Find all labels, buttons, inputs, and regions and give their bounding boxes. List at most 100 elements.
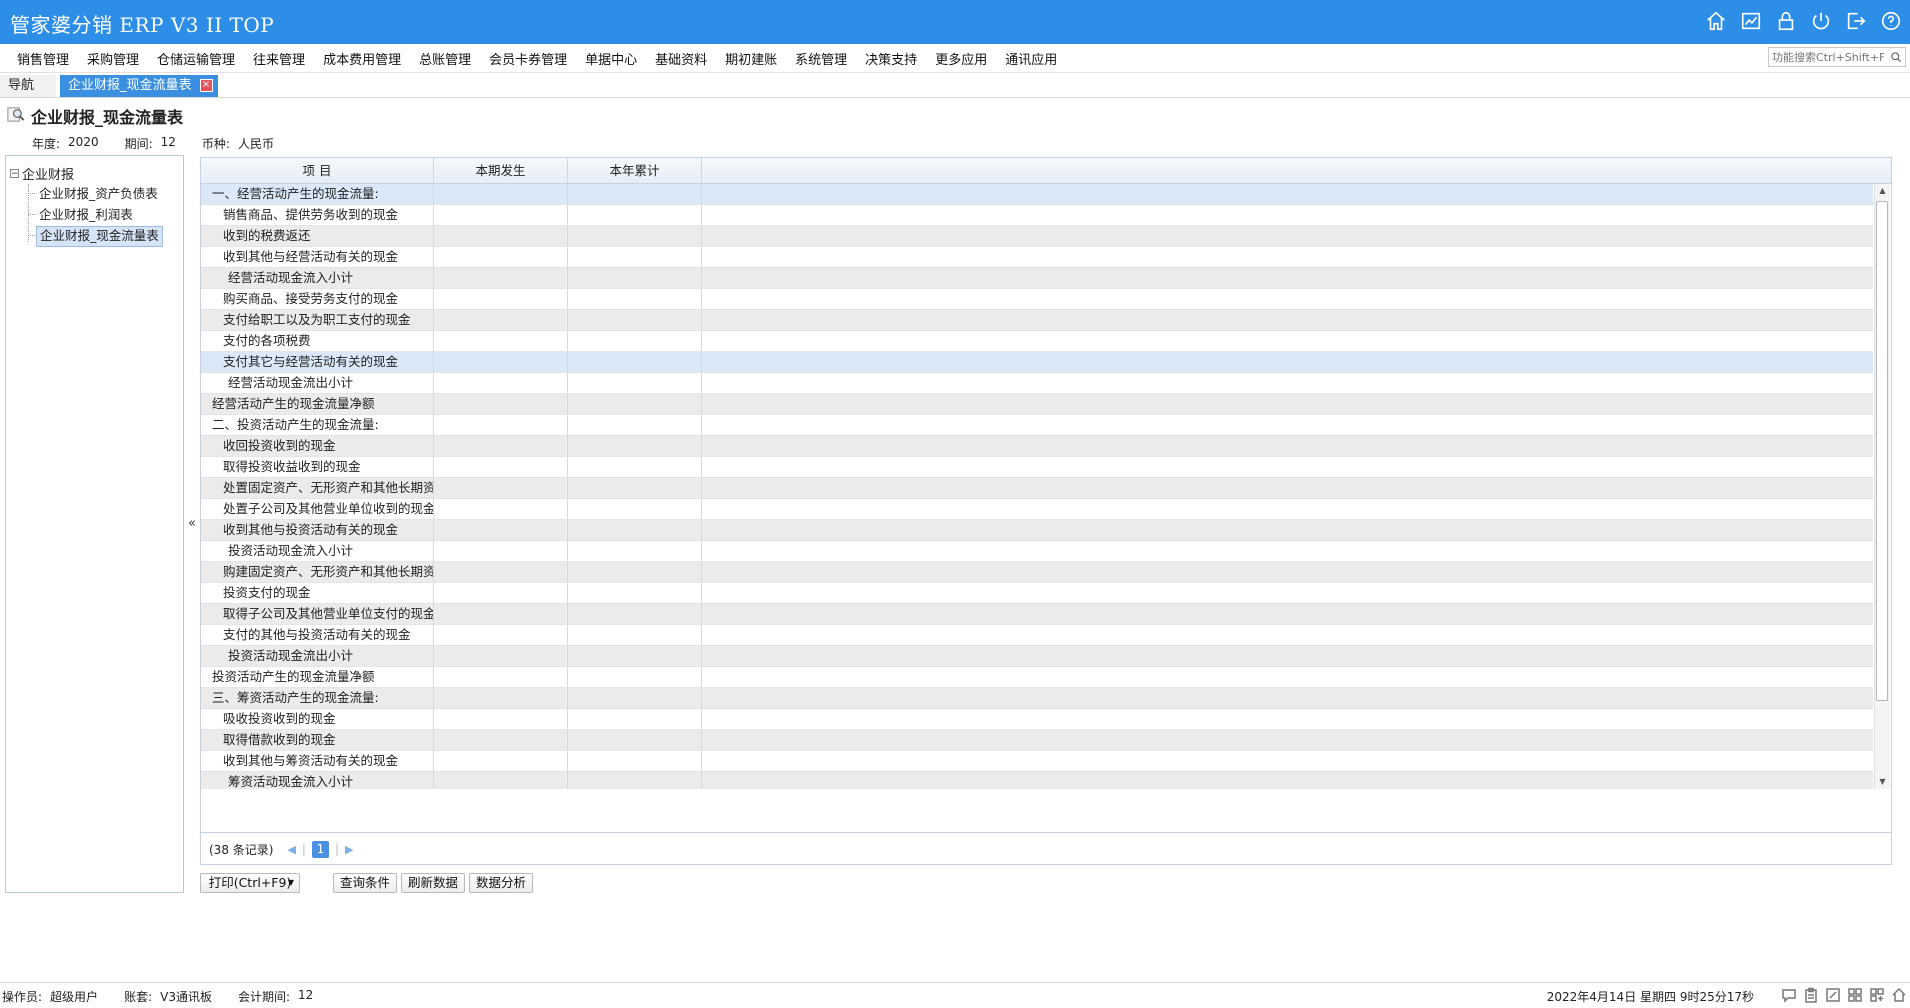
row-current-period-cell[interactable] bbox=[434, 289, 568, 309]
power-icon[interactable] bbox=[1808, 8, 1834, 34]
row-current-period-cell[interactable] bbox=[434, 331, 568, 351]
function-search-input[interactable] bbox=[1769, 49, 1887, 65]
row-current-period-cell[interactable] bbox=[434, 604, 568, 624]
table-row[interactable]: 经营活动现金流出小计 bbox=[201, 373, 1873, 394]
table-row[interactable]: 筹资活动现金流入小计 bbox=[201, 772, 1873, 789]
menu-communication[interactable]: 通讯应用 bbox=[996, 49, 1066, 68]
row-ytd-cell[interactable] bbox=[568, 247, 702, 267]
row-ytd-cell[interactable] bbox=[568, 688, 702, 708]
table-row[interactable]: 取得子公司及其他营业单位支付的现金 bbox=[201, 604, 1873, 625]
table-row[interactable]: 收到的税费返还 bbox=[201, 226, 1873, 247]
table-row[interactable]: 取得投资收益收到的现金 bbox=[201, 457, 1873, 478]
row-current-period-cell[interactable] bbox=[434, 415, 568, 435]
current-page[interactable]: 1 bbox=[311, 840, 329, 858]
scrollbar-thumb[interactable] bbox=[1876, 201, 1888, 701]
menu-member[interactable]: 会员卡券管理 bbox=[480, 49, 576, 68]
grid-icon[interactable] bbox=[1846, 986, 1864, 1004]
row-current-period-cell[interactable] bbox=[434, 247, 568, 267]
row-current-period-cell[interactable] bbox=[434, 268, 568, 288]
table-row[interactable]: 投资活动现金流入小计 bbox=[201, 541, 1873, 562]
table-row[interactable]: 处置固定资产、无形资产和其他长期资 bbox=[201, 478, 1873, 499]
table-row[interactable]: 收到其他与投资活动有关的现金 bbox=[201, 520, 1873, 541]
table-row[interactable]: 购买商品、接受劳务支付的现金 bbox=[201, 289, 1873, 310]
row-current-period-cell[interactable] bbox=[434, 499, 568, 519]
search-icon[interactable] bbox=[1887, 49, 1905, 65]
message-icon[interactable] bbox=[1780, 986, 1798, 1004]
table-row[interactable]: 收到其他与经营活动有关的现金 bbox=[201, 247, 1873, 268]
row-ytd-cell[interactable] bbox=[568, 604, 702, 624]
row-current-period-cell[interactable] bbox=[434, 730, 568, 750]
help-icon[interactable] bbox=[1878, 8, 1904, 34]
collapse-panel-icon[interactable]: « bbox=[188, 516, 196, 531]
scroll-down-icon[interactable]: ▼ bbox=[1875, 775, 1890, 789]
row-ytd-cell[interactable] bbox=[568, 289, 702, 309]
row-ytd-cell[interactable] bbox=[568, 415, 702, 435]
row-ytd-cell[interactable] bbox=[568, 772, 702, 789]
table-row[interactable]: 支付给职工以及为职工支付的现金 bbox=[201, 310, 1873, 331]
menu-documents[interactable]: 单据中心 bbox=[576, 49, 646, 68]
menu-accounts[interactable]: 往来管理 bbox=[244, 49, 314, 68]
row-current-period-cell[interactable] bbox=[434, 457, 568, 477]
table-row[interactable]: 三、筹资活动产生的现金流量: bbox=[201, 688, 1873, 709]
table-row[interactable]: 购建固定资产、无形资产和其他长期资 bbox=[201, 562, 1873, 583]
row-ytd-cell[interactable] bbox=[568, 226, 702, 246]
menu-warehouse[interactable]: 仓储运输管理 bbox=[148, 49, 244, 68]
row-ytd-cell[interactable] bbox=[568, 352, 702, 372]
row-current-period-cell[interactable] bbox=[434, 394, 568, 414]
row-current-period-cell[interactable] bbox=[434, 205, 568, 225]
row-current-period-cell[interactable] bbox=[434, 562, 568, 582]
menu-purchase[interactable]: 采购管理 bbox=[78, 49, 148, 68]
row-current-period-cell[interactable] bbox=[434, 436, 568, 456]
menu-system[interactable]: 系统管理 bbox=[786, 49, 856, 68]
row-ytd-cell[interactable] bbox=[568, 478, 702, 498]
prev-page-icon[interactable]: ◀ bbox=[287, 843, 295, 856]
tab-cash-flow-statement[interactable]: 企业财报_现金流量表 × bbox=[60, 75, 218, 97]
table-row[interactable]: 处置子公司及其他营业单位收到的现金 bbox=[201, 499, 1873, 520]
row-ytd-cell[interactable] bbox=[568, 268, 702, 288]
row-ytd-cell[interactable] bbox=[568, 562, 702, 582]
row-ytd-cell[interactable] bbox=[568, 730, 702, 750]
home-small-icon[interactable] bbox=[1890, 986, 1908, 1004]
menu-cost[interactable]: 成本费用管理 bbox=[314, 49, 410, 68]
tree-item-cash-flow[interactable]: 企业财报_现金流量表 bbox=[36, 226, 163, 247]
home-icon[interactable] bbox=[1703, 8, 1729, 34]
row-ytd-cell[interactable] bbox=[568, 541, 702, 561]
print-button[interactable]: 打印(Ctrl+F9) ▼ bbox=[200, 873, 300, 893]
row-current-period-cell[interactable] bbox=[434, 352, 568, 372]
table-row[interactable]: 收到其他与筹资活动有关的现金 bbox=[201, 751, 1873, 772]
row-ytd-cell[interactable] bbox=[568, 520, 702, 540]
menu-sales[interactable]: 销售管理 bbox=[8, 49, 78, 68]
data-analysis-button[interactable]: 数据分析 bbox=[469, 873, 534, 893]
table-row[interactable]: 经营活动产生的现金流量净额 bbox=[201, 394, 1873, 415]
table-row[interactable]: 投资支付的现金 bbox=[201, 583, 1873, 604]
row-current-period-cell[interactable] bbox=[434, 625, 568, 645]
column-header-current-period[interactable]: 本期发生 bbox=[434, 158, 568, 183]
row-ytd-cell[interactable] bbox=[568, 331, 702, 351]
next-page-icon[interactable]: ▶ bbox=[345, 843, 353, 856]
row-current-period-cell[interactable] bbox=[434, 688, 568, 708]
row-ytd-cell[interactable] bbox=[568, 310, 702, 330]
row-current-period-cell[interactable] bbox=[434, 709, 568, 729]
tree-item-income-statement[interactable]: 企业财报_利润表 bbox=[36, 205, 136, 224]
row-ytd-cell[interactable] bbox=[568, 436, 702, 456]
row-current-period-cell[interactable] bbox=[434, 520, 568, 540]
row-current-period-cell[interactable] bbox=[434, 646, 568, 666]
table-row[interactable]: 经营活动现金流入小计 bbox=[201, 268, 1873, 289]
row-ytd-cell[interactable] bbox=[568, 499, 702, 519]
refresh-data-button[interactable]: 刷新数据 bbox=[401, 873, 466, 893]
row-ytd-cell[interactable] bbox=[568, 205, 702, 225]
table-row[interactable]: 投资活动产生的现金流量净额 bbox=[201, 667, 1873, 688]
chevron-down-icon[interactable]: ▼ bbox=[288, 874, 294, 892]
table-row[interactable]: 二、投资活动产生的现金流量: bbox=[201, 415, 1873, 436]
table-row[interactable]: 吸收投资收到的现金 bbox=[201, 709, 1873, 730]
row-ytd-cell[interactable] bbox=[568, 583, 702, 603]
table-row[interactable]: 支付的各项税费 bbox=[201, 331, 1873, 352]
menu-basic-data[interactable]: 基础资料 bbox=[646, 49, 716, 68]
tree-item-balance-sheet[interactable]: 企业财报_资产负债表 bbox=[36, 184, 161, 203]
table-row[interactable]: 销售商品、提供劳务收到的现金 bbox=[201, 205, 1873, 226]
row-ytd-cell[interactable] bbox=[568, 625, 702, 645]
row-ytd-cell[interactable] bbox=[568, 709, 702, 729]
row-ytd-cell[interactable] bbox=[568, 667, 702, 687]
table-row[interactable]: 支付的其他与投资活动有关的现金 bbox=[201, 625, 1873, 646]
table-row[interactable]: 取得借款收到的现金 bbox=[201, 730, 1873, 751]
